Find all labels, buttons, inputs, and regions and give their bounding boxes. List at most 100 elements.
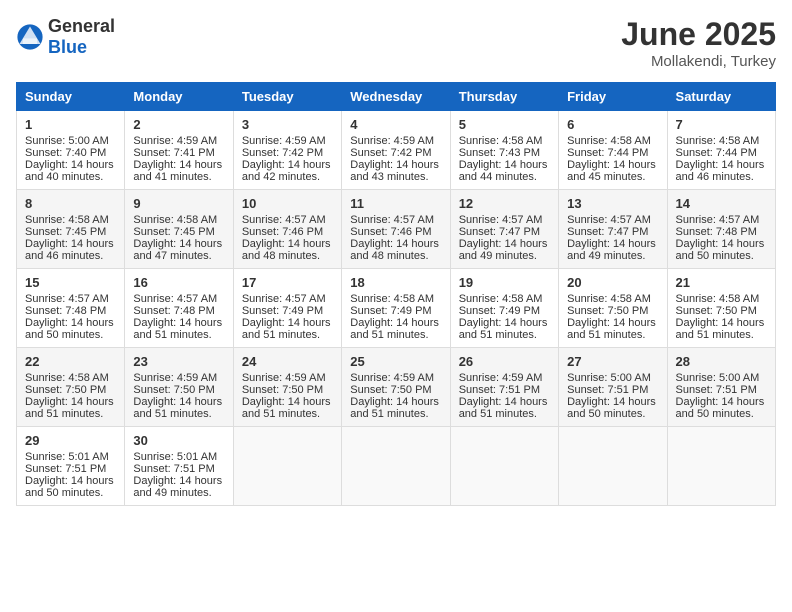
sunrise-label: Sunrise: 4:58 AM bbox=[133, 214, 217, 226]
sunset-label: Sunset: 7:51 PM bbox=[676, 384, 757, 396]
sunset-label: Sunset: 7:50 PM bbox=[676, 305, 757, 317]
calendar-cell: 10 Sunrise: 4:57 AM Sunset: 7:46 PM Dayl… bbox=[233, 190, 341, 269]
day-number: 26 bbox=[459, 354, 550, 369]
day-number: 4 bbox=[350, 117, 441, 132]
sunrise-label: Sunrise: 4:59 AM bbox=[350, 372, 434, 384]
sunset-label: Sunset: 7:46 PM bbox=[242, 226, 323, 238]
logo: General Blue bbox=[16, 16, 115, 58]
weekday-header-row: Sunday Monday Tuesday Wednesday Thursday… bbox=[17, 83, 776, 111]
calendar-cell: 7 Sunrise: 4:58 AM Sunset: 7:44 PM Dayli… bbox=[667, 111, 775, 190]
calendar-title: June 2025 bbox=[621, 16, 776, 53]
calendar-cell: 17 Sunrise: 4:57 AM Sunset: 7:49 PM Dayl… bbox=[233, 269, 341, 348]
sunrise-label: Sunrise: 4:57 AM bbox=[676, 214, 760, 226]
calendar-cell: 9 Sunrise: 4:58 AM Sunset: 7:45 PM Dayli… bbox=[125, 190, 233, 269]
daylight-label: Daylight: 14 hours and 45 minutes. bbox=[567, 159, 656, 183]
day-number: 23 bbox=[133, 354, 224, 369]
calendar-cell: 30 Sunrise: 5:01 AM Sunset: 7:51 PM Dayl… bbox=[125, 427, 233, 506]
day-number: 3 bbox=[242, 117, 333, 132]
sunset-label: Sunset: 7:47 PM bbox=[567, 226, 648, 238]
day-number: 30 bbox=[133, 433, 224, 448]
day-number: 12 bbox=[459, 196, 550, 211]
week-row-4: 22 Sunrise: 4:58 AM Sunset: 7:50 PM Dayl… bbox=[17, 348, 776, 427]
daylight-label: Daylight: 14 hours and 51 minutes. bbox=[133, 396, 222, 420]
sunrise-label: Sunrise: 4:59 AM bbox=[242, 372, 326, 384]
header-wednesday: Wednesday bbox=[342, 83, 450, 111]
logo-icon bbox=[16, 23, 44, 51]
calendar-cell: 15 Sunrise: 4:57 AM Sunset: 7:48 PM Dayl… bbox=[17, 269, 125, 348]
logo-text: General Blue bbox=[48, 16, 115, 58]
header-saturday: Saturday bbox=[667, 83, 775, 111]
day-number: 8 bbox=[25, 196, 116, 211]
daylight-label: Daylight: 14 hours and 51 minutes. bbox=[676, 317, 765, 341]
calendar-cell bbox=[342, 427, 450, 506]
sunrise-label: Sunrise: 5:01 AM bbox=[25, 451, 109, 463]
sunrise-label: Sunrise: 4:59 AM bbox=[133, 372, 217, 384]
daylight-label: Daylight: 14 hours and 43 minutes. bbox=[350, 159, 439, 183]
sunset-label: Sunset: 7:45 PM bbox=[133, 226, 214, 238]
sunset-label: Sunset: 7:51 PM bbox=[567, 384, 648, 396]
calendar-cell: 21 Sunrise: 4:58 AM Sunset: 7:50 PM Dayl… bbox=[667, 269, 775, 348]
sunrise-label: Sunrise: 4:59 AM bbox=[133, 135, 217, 147]
sunset-label: Sunset: 7:51 PM bbox=[133, 463, 214, 475]
daylight-label: Daylight: 14 hours and 51 minutes. bbox=[350, 317, 439, 341]
daylight-label: Daylight: 14 hours and 51 minutes. bbox=[350, 396, 439, 420]
sunset-label: Sunset: 7:44 PM bbox=[567, 147, 648, 159]
calendar-cell: 12 Sunrise: 4:57 AM Sunset: 7:47 PM Dayl… bbox=[450, 190, 558, 269]
calendar-cell: 16 Sunrise: 4:57 AM Sunset: 7:48 PM Dayl… bbox=[125, 269, 233, 348]
week-row-3: 15 Sunrise: 4:57 AM Sunset: 7:48 PM Dayl… bbox=[17, 269, 776, 348]
calendar-cell bbox=[667, 427, 775, 506]
sunrise-label: Sunrise: 4:57 AM bbox=[567, 214, 651, 226]
sunset-label: Sunset: 7:50 PM bbox=[25, 384, 106, 396]
sunset-label: Sunset: 7:49 PM bbox=[459, 305, 540, 317]
calendar-cell: 1 Sunrise: 5:00 AM Sunset: 7:40 PM Dayli… bbox=[17, 111, 125, 190]
sunset-label: Sunset: 7:48 PM bbox=[676, 226, 757, 238]
logo-blue: Blue bbox=[48, 37, 87, 57]
week-row-2: 8 Sunrise: 4:58 AM Sunset: 7:45 PM Dayli… bbox=[17, 190, 776, 269]
calendar-cell: 5 Sunrise: 4:58 AM Sunset: 7:43 PM Dayli… bbox=[450, 111, 558, 190]
sunrise-label: Sunrise: 5:01 AM bbox=[133, 451, 217, 463]
calendar-cell bbox=[450, 427, 558, 506]
daylight-label: Daylight: 14 hours and 50 minutes. bbox=[676, 238, 765, 262]
day-number: 20 bbox=[567, 275, 658, 290]
day-number: 1 bbox=[25, 117, 116, 132]
daylight-label: Daylight: 14 hours and 46 minutes. bbox=[25, 238, 114, 262]
sunrise-label: Sunrise: 4:58 AM bbox=[567, 135, 651, 147]
sunrise-label: Sunrise: 4:57 AM bbox=[25, 293, 109, 305]
daylight-label: Daylight: 14 hours and 50 minutes. bbox=[567, 396, 656, 420]
calendar-cell: 11 Sunrise: 4:57 AM Sunset: 7:46 PM Dayl… bbox=[342, 190, 450, 269]
calendar-cell: 28 Sunrise: 5:00 AM Sunset: 7:51 PM Dayl… bbox=[667, 348, 775, 427]
sunrise-label: Sunrise: 4:57 AM bbox=[133, 293, 217, 305]
sunrise-label: Sunrise: 4:59 AM bbox=[350, 135, 434, 147]
calendar-cell: 26 Sunrise: 4:59 AM Sunset: 7:51 PM Dayl… bbox=[450, 348, 558, 427]
calendar-location: Mollakendi, Turkey bbox=[621, 53, 776, 70]
daylight-label: Daylight: 14 hours and 51 minutes. bbox=[459, 317, 548, 341]
sunrise-label: Sunrise: 4:58 AM bbox=[676, 293, 760, 305]
sunrise-label: Sunrise: 4:57 AM bbox=[242, 214, 326, 226]
sunrise-label: Sunrise: 4:57 AM bbox=[459, 214, 543, 226]
header-monday: Monday bbox=[125, 83, 233, 111]
calendar-cell bbox=[559, 427, 667, 506]
calendar-cell: 6 Sunrise: 4:58 AM Sunset: 7:44 PM Dayli… bbox=[559, 111, 667, 190]
calendar-cell: 23 Sunrise: 4:59 AM Sunset: 7:50 PM Dayl… bbox=[125, 348, 233, 427]
sunset-label: Sunset: 7:51 PM bbox=[459, 384, 540, 396]
sunrise-label: Sunrise: 4:58 AM bbox=[350, 293, 434, 305]
sunrise-label: Sunrise: 4:58 AM bbox=[567, 293, 651, 305]
day-number: 2 bbox=[133, 117, 224, 132]
day-number: 13 bbox=[567, 196, 658, 211]
header-tuesday: Tuesday bbox=[233, 83, 341, 111]
calendar-cell: 27 Sunrise: 5:00 AM Sunset: 7:51 PM Dayl… bbox=[559, 348, 667, 427]
calendar-cell: 14 Sunrise: 4:57 AM Sunset: 7:48 PM Dayl… bbox=[667, 190, 775, 269]
daylight-label: Daylight: 14 hours and 49 minutes. bbox=[459, 238, 548, 262]
header-thursday: Thursday bbox=[450, 83, 558, 111]
sunset-label: Sunset: 7:50 PM bbox=[242, 384, 323, 396]
sunset-label: Sunset: 7:40 PM bbox=[25, 147, 106, 159]
daylight-label: Daylight: 14 hours and 47 minutes. bbox=[133, 238, 222, 262]
calendar-cell: 22 Sunrise: 4:58 AM Sunset: 7:50 PM Dayl… bbox=[17, 348, 125, 427]
sunset-label: Sunset: 7:48 PM bbox=[133, 305, 214, 317]
day-number: 25 bbox=[350, 354, 441, 369]
day-number: 9 bbox=[133, 196, 224, 211]
daylight-label: Daylight: 14 hours and 46 minutes. bbox=[676, 159, 765, 183]
header-friday: Friday bbox=[559, 83, 667, 111]
day-number: 7 bbox=[676, 117, 767, 132]
day-number: 16 bbox=[133, 275, 224, 290]
